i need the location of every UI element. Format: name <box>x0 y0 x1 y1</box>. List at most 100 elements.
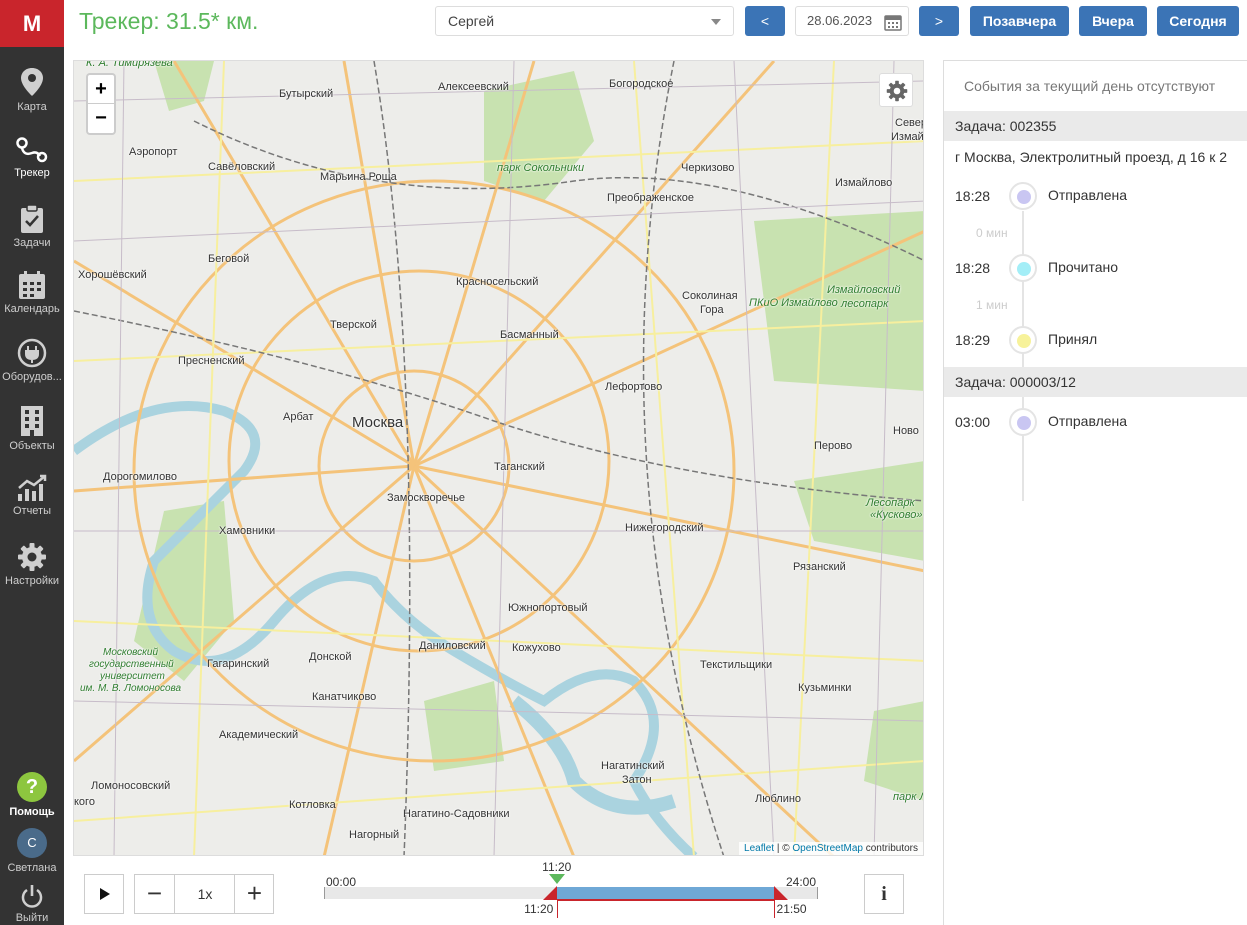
map-label: Тверской <box>330 319 377 331</box>
map[interactable]: К. А. Тимирязева Бутырский Алексеевский … <box>73 60 924 856</box>
user-profile[interactable]: С Светлана <box>0 828 64 874</box>
yesterday-button[interactable]: Вчера <box>1079 6 1147 36</box>
sidebar-item-tasks[interactable]: Задачи <box>0 204 64 266</box>
map-label: Котловка <box>289 799 336 811</box>
map-label: Ломоносовский <box>91 780 171 792</box>
event-gap: 1 мин <box>976 298 1008 312</box>
sidebar-item-label: Карта <box>17 101 47 113</box>
user-select[interactable]: Сергей <box>435 6 734 36</box>
map-label: Нагорный <box>349 829 400 841</box>
range-start-handle[interactable] <box>543 886 558 900</box>
map-label: парк Сокольники <box>497 162 585 174</box>
sidebar-item-label: Задачи <box>13 237 51 249</box>
sidebar-item-settings[interactable]: Настройки <box>0 542 64 604</box>
map-label: Хамовники <box>219 525 276 537</box>
sidebar-item-label: Оборудов... <box>2 371 62 383</box>
map-label: Дорогомилово <box>103 471 178 483</box>
timeline-cursor-handle[interactable] <box>549 874 566 884</box>
map-label: Алексеевский <box>438 81 509 93</box>
power-icon <box>21 885 43 908</box>
task-header[interactable]: Задача: 002355 <box>944 111 1247 141</box>
sidebar-item-reports[interactable]: Отчеты <box>0 474 64 536</box>
sidebar-item-equipment[interactable]: Оборудов... <box>0 338 64 400</box>
play-icon <box>100 888 110 900</box>
timeline-range-underline <box>557 899 774 901</box>
next-day-button[interactable]: > <box>919 6 959 36</box>
sidebar-item-calendar[interactable]: Календарь <box>0 270 64 332</box>
calendar-icon[interactable] <box>884 13 902 31</box>
map-label: Соколиная <box>682 290 738 302</box>
map-attribution: Leaflet | © OpenStreetMap contributors <box>739 842 923 855</box>
chevron-down-icon <box>711 19 721 25</box>
timeline-slider[interactable]: 00:00 24:00 11:20 11:20 21:50 <box>324 860 818 920</box>
sidebar-item-objects[interactable]: Объекты <box>0 405 64 467</box>
day-before-yesterday-button[interactable]: Позавчера <box>970 6 1069 36</box>
today-button[interactable]: Сегодня <box>1157 6 1239 36</box>
osm-link[interactable]: OpenStreetMap <box>792 843 863 854</box>
map-label: Преображенское <box>607 192 695 204</box>
map-label: Красносельский <box>456 276 539 288</box>
map-label: Беговой <box>208 253 250 265</box>
sidebar-item-label: Трекер <box>14 167 50 179</box>
map-label: Бутырский <box>279 88 334 100</box>
range-end-handle[interactable] <box>773 886 788 900</box>
play-button[interactable] <box>84 874 124 914</box>
help-label: Помощь <box>9 806 55 818</box>
gear-icon <box>886 80 908 102</box>
event-status: Отправлена <box>1048 187 1128 203</box>
map-label: Нижегородский <box>625 522 704 534</box>
map-label: Лефортово <box>605 381 663 393</box>
page-title: Трекер: 31.5* км. <box>79 8 259 34</box>
map-label: Перово <box>814 440 853 452</box>
info-button[interactable]: i <box>864 874 904 914</box>
map-label: Измайловский <box>827 284 901 296</box>
leaflet-link[interactable]: Leaflet <box>744 843 774 854</box>
map-label: Замоскворечье <box>387 492 466 504</box>
map-label: Рязанский <box>793 561 846 573</box>
map-label: ПКиО Измайлово <box>749 297 838 309</box>
map-label: лесопарк <box>841 298 889 310</box>
app-logo[interactable]: M <box>0 0 64 47</box>
speed-increase-button[interactable]: + <box>234 875 274 913</box>
sidebar-item-map[interactable]: Карта <box>0 66 64 128</box>
logout-button[interactable]: Выйти <box>0 884 64 924</box>
prev-day-button[interactable]: < <box>745 6 785 36</box>
date-input[interactable]: 28.06.2023 <box>795 6 909 36</box>
map-label: Арбат <box>283 411 314 423</box>
help-button[interactable]: ? Помощь <box>0 770 64 818</box>
event-status-dot <box>1009 408 1037 436</box>
zoom-out-button[interactable]: − <box>88 104 114 133</box>
map-label: государственный <box>89 659 174 670</box>
sidebar-item-tracker[interactable]: Трекер <box>0 136 64 198</box>
sidebar-item-label: Настройки <box>5 575 59 587</box>
map-label: Академический <box>219 729 299 741</box>
event-status-dot <box>1009 182 1037 210</box>
task-header[interactable]: Задача: 000003/12 <box>944 367 1247 397</box>
event-time: 18:28 <box>955 260 991 276</box>
sidebar-item-label: Объекты <box>9 440 55 452</box>
status-color-icon <box>1017 190 1031 204</box>
map-label: Басманный <box>500 329 559 341</box>
building-icon <box>21 406 43 436</box>
sidebar: M Карта Трекер Задачи Календарь Оборудов… <box>0 0 64 925</box>
chart-icon <box>18 474 47 501</box>
map-label: Измайлово <box>835 177 893 189</box>
map-tiles <box>74 61 923 855</box>
range-start-time: 11:20 <box>524 902 554 916</box>
map-label: К. А. Тимирязева <box>86 60 173 69</box>
map-label: Канатчиково <box>312 691 377 703</box>
event-gap: 0 мин <box>976 226 1008 240</box>
date-value: 28.06.2023 <box>807 13 873 28</box>
map-label: Хорошёвский <box>78 269 147 281</box>
status-color-icon <box>1017 334 1031 348</box>
map-label: Даниловский <box>419 640 486 652</box>
speed-decrease-button[interactable]: − <box>135 875 175 913</box>
zoom-control: + − <box>86 73 116 135</box>
event-time: 18:29 <box>955 332 991 348</box>
map-label: Савёловский <box>208 161 276 173</box>
map-settings-button[interactable] <box>879 73 913 107</box>
calendar-icon <box>19 271 45 299</box>
zoom-in-button[interactable]: + <box>88 75 114 104</box>
map-label: Измай <box>891 131 924 143</box>
range-start-marker <box>557 900 559 918</box>
